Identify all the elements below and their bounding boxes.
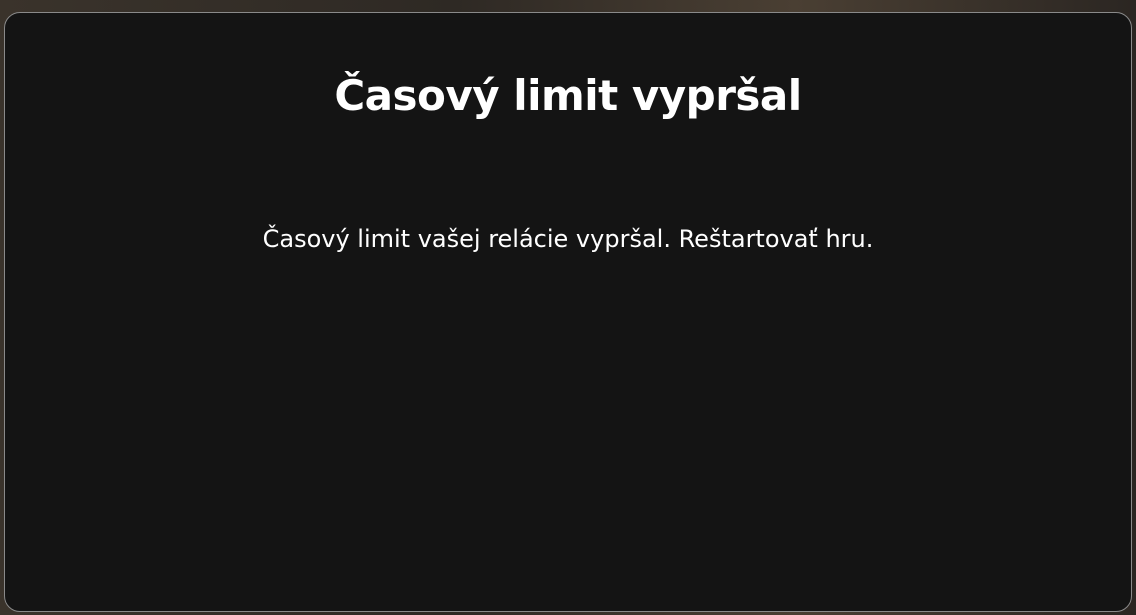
dialog-message: Časový limit vašej relácie vypršal. Rešt…	[262, 225, 874, 253]
session-timeout-dialog: Časový limit vypršal Časový limit vašej …	[4, 12, 1132, 612]
dialog-title: Časový limit vypršal	[334, 71, 802, 120]
